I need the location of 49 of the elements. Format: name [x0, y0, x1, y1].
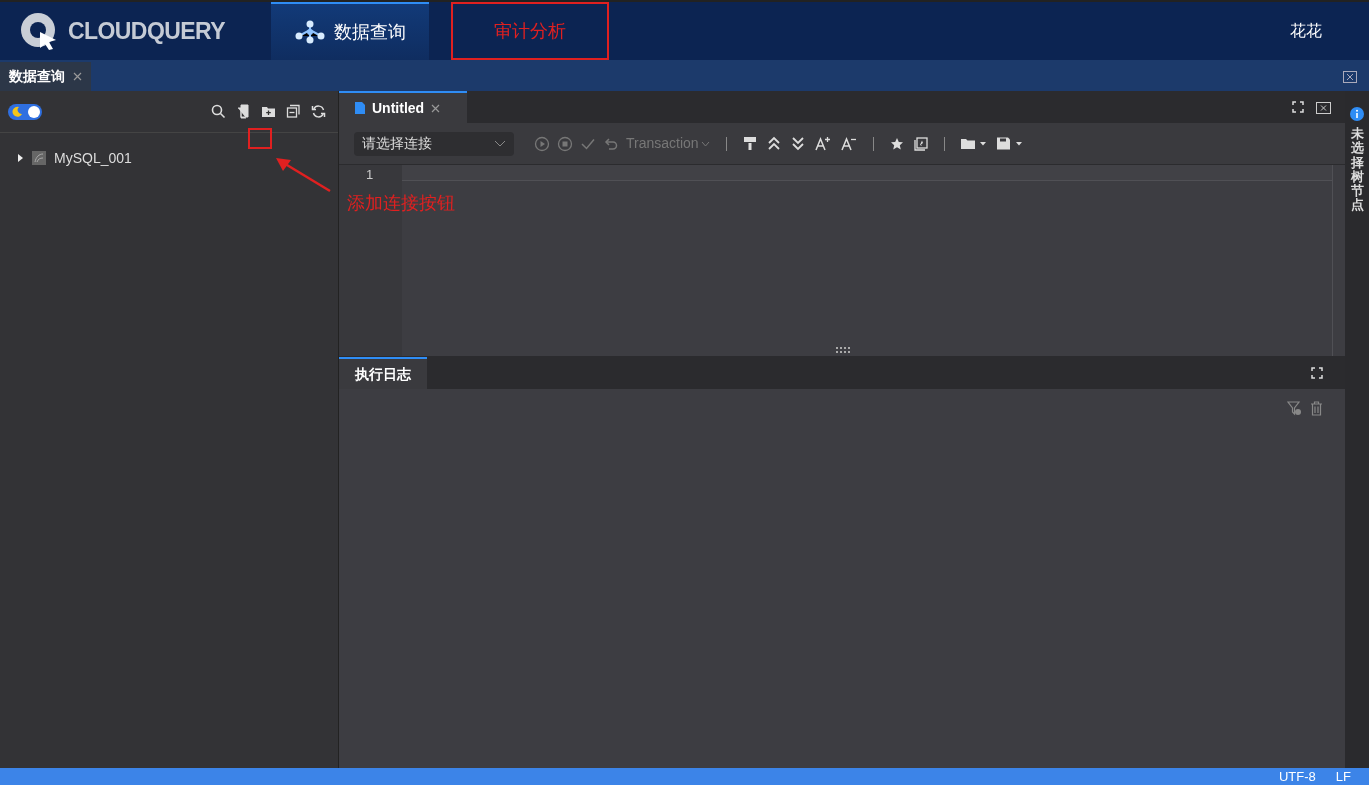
editor-tab[interactable]: Untitled [339, 91, 467, 123]
side-panel-label[interactable]: 未选择树节点 [1350, 127, 1364, 213]
moon-icon [12, 105, 23, 117]
file-stack-icon[interactable] [236, 104, 251, 119]
run-icon[interactable] [534, 135, 550, 152]
close-panel-icon[interactable] [1343, 71, 1357, 83]
user-name[interactable]: 花花 [1290, 19, 1369, 43]
annotation-label: 添加连接按钮 [347, 192, 455, 215]
close-panel-icon[interactable] [1316, 100, 1331, 114]
network-icon [294, 20, 326, 44]
double-up-icon[interactable] [766, 136, 781, 151]
resize-handle-icon[interactable] [836, 347, 850, 353]
theme-toggle[interactable] [8, 103, 42, 120]
fullscreen-icon[interactable] [1292, 101, 1304, 113]
undo-icon[interactable] [603, 135, 619, 152]
page-tab[interactable]: 数据查询 [0, 62, 91, 91]
status-item: LF [1335, 767, 1351, 785]
status-item: UTF-8 [1279, 767, 1316, 785]
highlight-box [248, 128, 272, 149]
folder-dropdown-icon[interactable] [960, 137, 987, 150]
save-dropdown-icon[interactable] [996, 137, 1023, 150]
database-icon [32, 151, 46, 165]
trash-icon[interactable] [1310, 401, 1323, 416]
log-tab[interactable]: 执行日志 [339, 357, 427, 389]
logo-text: CLOUDQUERY [68, 16, 225, 46]
double-down-icon[interactable] [790, 136, 805, 151]
clear-filter-icon[interactable] [1287, 401, 1302, 416]
caret-icon[interactable] [16, 154, 24, 162]
search-icon[interactable] [211, 104, 226, 119]
nav-tab[interactable]: 数据查询 [271, 2, 429, 60]
fullscreen-icon[interactable] [1311, 367, 1323, 379]
connection-select[interactable]: 请选择连接 [354, 131, 514, 156]
font-increase-icon[interactable] [814, 136, 831, 151]
font-decrease-icon[interactable] [840, 136, 857, 151]
chevron-down-icon [494, 139, 506, 148]
chevron-down-icon [700, 140, 710, 147]
line-number: 1 [365, 167, 374, 183]
stop-icon[interactable] [557, 135, 573, 152]
add-folder-icon[interactable] [261, 104, 276, 119]
paint-roller-icon[interactable] [742, 136, 757, 151]
star-icon[interactable] [889, 136, 904, 151]
file-icon [355, 102, 365, 114]
tree-item[interactable]: MySQL_001 [0, 147, 338, 169]
close-icon[interactable] [73, 72, 82, 81]
info-icon[interactable] [1350, 107, 1364, 121]
arrow [274, 157, 332, 193]
refresh-icon[interactable] [311, 104, 326, 119]
close-icon[interactable] [431, 103, 441, 113]
collapse-icon[interactable] [286, 104, 301, 119]
